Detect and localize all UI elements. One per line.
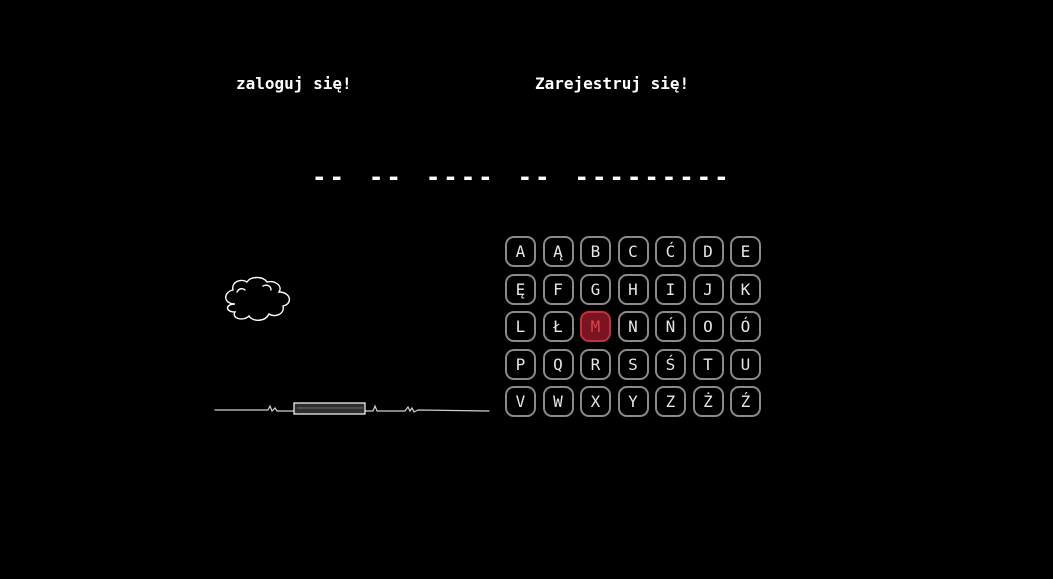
letter-key-n[interactable]: N (617, 311, 649, 342)
letter-key-ż[interactable]: Ż (692, 386, 724, 417)
hidden-word: -- (517, 163, 553, 191)
letter-key-a[interactable]: A (505, 236, 536, 267)
letter-key-ą[interactable]: Ą (542, 236, 574, 267)
letter-key-d[interactable]: D (692, 236, 724, 267)
letter-key-w[interactable]: W (542, 386, 574, 417)
letter-key-ś[interactable]: Ś (655, 348, 686, 380)
hidden-word: -- (312, 163, 347, 191)
letter-keyboard: AĄBCĆDE ĘFGHIJK LŁMNŃOÓ PQRSŚTU VWXYZŻŹ (505, 236, 761, 417)
register-link[interactable]: Zarejestruj się! (535, 74, 689, 93)
letter-key-c[interactable]: C (617, 236, 649, 267)
letter-key-x[interactable]: X (580, 386, 611, 417)
hangman-scene (213, 270, 493, 420)
letter-key-g[interactable]: G (580, 273, 611, 305)
letter-key-p[interactable]: P (505, 348, 536, 380)
letter-key-q[interactable]: Q (542, 348, 574, 380)
letter-key-ó[interactable]: Ó (730, 311, 761, 342)
letter-key-e[interactable]: E (730, 236, 761, 267)
hidden-phrase: -- -- ---- -- --------- (312, 163, 732, 191)
letter-key-l[interactable]: L (505, 311, 536, 342)
letter-key-i[interactable]: I (655, 273, 686, 305)
letter-key-z[interactable]: Z (655, 386, 686, 417)
letter-key-f[interactable]: F (542, 273, 574, 305)
letter-key-y[interactable]: Y (617, 386, 649, 417)
cloud-icon (225, 276, 290, 321)
hidden-word: --------- (574, 163, 732, 191)
letter-key-k[interactable]: K (730, 273, 761, 305)
letter-key-o[interactable]: O (692, 311, 724, 342)
letter-key-s[interactable]: S (617, 348, 649, 380)
letter-key-ń[interactable]: Ń (655, 311, 686, 342)
letter-key-ć[interactable]: Ć (655, 236, 686, 267)
gallows-base-icon (293, 402, 366, 415)
letter-key-ź[interactable]: Ź (730, 386, 761, 417)
login-link[interactable]: zaloguj się! (236, 74, 352, 93)
letter-key-j[interactable]: J (692, 273, 724, 305)
hangman-drawing (214, 276, 490, 415)
letter-key-h[interactable]: H (617, 273, 649, 305)
letter-key-m[interactable]: M (580, 311, 611, 342)
letter-key-ł[interactable]: Ł (542, 311, 574, 342)
hidden-word: ---- (425, 163, 496, 191)
letter-key-v[interactable]: V (505, 386, 536, 417)
hidden-word: -- (368, 163, 404, 191)
letter-key-t[interactable]: T (692, 348, 724, 380)
letter-key-r[interactable]: R (580, 348, 611, 380)
letter-key-u[interactable]: U (730, 348, 761, 380)
letter-key-ę[interactable]: Ę (505, 273, 536, 305)
letter-key-b[interactable]: B (580, 236, 611, 267)
